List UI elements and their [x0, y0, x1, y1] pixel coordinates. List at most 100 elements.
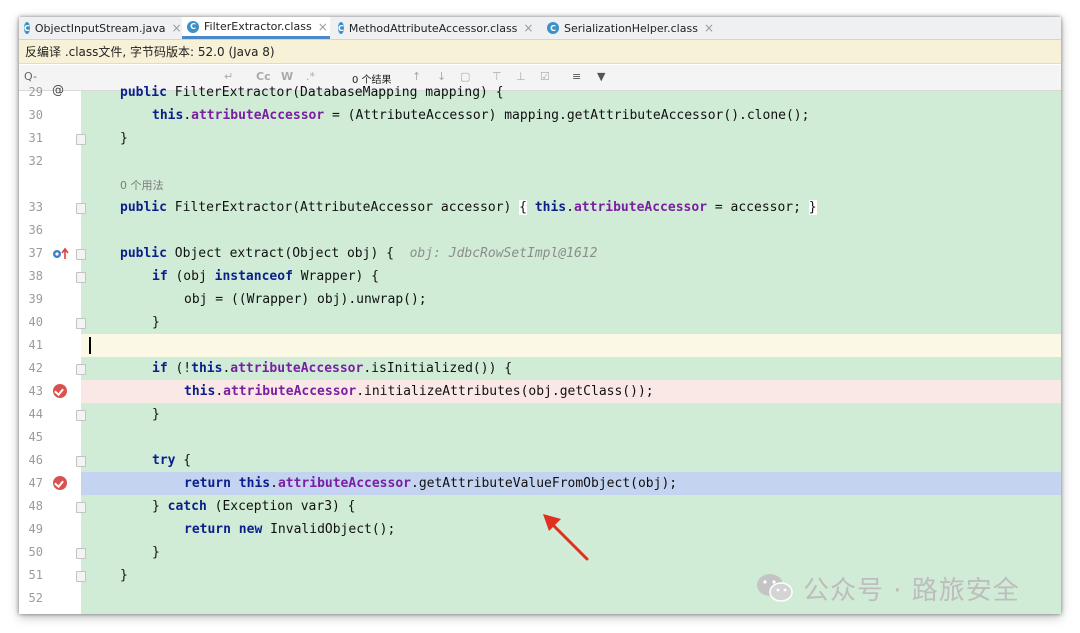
- code-line: 45: [19, 426, 1061, 449]
- line-number: 29: [28, 85, 43, 99]
- field-name: attributeAccessor: [230, 361, 364, 376]
- code-line: 42 if (!this.attributeAccessor.isInitial…: [19, 357, 1061, 380]
- code-text: FilterExtractor(AttributeAccessor access…: [166, 200, 520, 215]
- wechat-logo-icon: [757, 574, 793, 602]
- code-text: (!: [167, 361, 192, 376]
- usage-hint[interactable]: 0 个用法: [120, 177, 164, 193]
- fold-marker[interactable]: [76, 548, 86, 559]
- fold-marker[interactable]: [76, 203, 86, 214]
- breakpoint-icon[interactable]: [53, 384, 67, 398]
- code-line: 33 public FilterExtractor(AttributeAcces…: [19, 196, 1061, 219]
- line-number: 43: [28, 384, 43, 398]
- usage-hint-line: 0 个用法: [19, 173, 1061, 196]
- tab-label: ObjectInputStream.java: [34, 21, 166, 35]
- code-line: 40 }: [19, 311, 1061, 334]
- fold-marker[interactable]: [76, 249, 86, 260]
- keyword: catch: [167, 499, 207, 514]
- editor-tabs: C ObjectInputStream.java × C FilterExtra…: [19, 17, 1061, 40]
- fold-marker[interactable]: [76, 272, 86, 283]
- line-number: 48: [28, 499, 43, 513]
- tab-objectinputstream[interactable]: C ObjectInputStream.java ×: [19, 17, 182, 39]
- line-number: 32: [28, 154, 43, 168]
- tab-filterextractor[interactable]: C FilterExtractor.class ×: [182, 17, 330, 39]
- tab-methodattributeaccessor[interactable]: C MethodAttributeAccessor.class ×: [333, 17, 533, 39]
- line-number: 45: [28, 430, 43, 444]
- fold-marker[interactable]: [76, 318, 86, 329]
- close-icon[interactable]: ×: [318, 20, 328, 34]
- class-file-icon: C: [187, 20, 199, 33]
- line-number: 39: [28, 292, 43, 306]
- code-text: FilterExtractor(DatabaseMapping mapping)…: [166, 85, 504, 100]
- field-name: attributeAccessor: [277, 476, 411, 491]
- keyword: this: [191, 361, 223, 376]
- class-file-icon: C: [24, 22, 30, 34]
- line-number: 40: [28, 315, 43, 329]
- code-text: = accessor;: [707, 200, 801, 215]
- keyword: if: [152, 361, 168, 376]
- close-icon[interactable]: ×: [172, 21, 182, 35]
- code-text: (Exception var3) {: [206, 499, 356, 514]
- code-line: 30 this.attributeAccessor = (AttributeAc…: [19, 104, 1061, 127]
- code-line: 36: [19, 219, 1061, 242]
- code-text: (obj: [167, 269, 215, 284]
- keyword: try: [152, 453, 176, 468]
- tab-serializationhelper[interactable]: C SerializationHelper.class ×: [542, 17, 714, 39]
- breakpoint-icon[interactable]: [53, 476, 67, 490]
- line-number: 38: [28, 269, 43, 283]
- decompiled-banner: 反编译 .class文件, 字节码版本: 52.0 (Java 8): [19, 40, 1061, 64]
- fold-marker[interactable]: [76, 502, 86, 513]
- code-line: 39 obj = ((Wrapper) obj).unwrap();: [19, 288, 1061, 311]
- code-text: .isInitialized()) {: [363, 361, 513, 376]
- class-file-icon: C: [547, 22, 559, 34]
- caret-line-highlight: [81, 334, 1061, 357]
- code-line-current: 41: [19, 334, 1061, 357]
- line-number: 37: [28, 246, 43, 260]
- fold-marker[interactable]: [76, 364, 86, 375]
- line-number: 50: [28, 545, 43, 559]
- fold-marker[interactable]: [76, 456, 86, 467]
- keyword: public: [120, 200, 167, 215]
- code-line-execution: 47 return this.attributeAccessor.getAttr…: [19, 472, 1061, 495]
- line-number: 44: [28, 407, 43, 421]
- code-text: }: [152, 499, 168, 514]
- code-line-breakpoint: 43 this.attributeAccessor.initializeAttr…: [19, 380, 1061, 403]
- fold-marker[interactable]: [76, 134, 86, 145]
- code-text: }: [152, 315, 160, 330]
- code-text: {: [175, 453, 192, 468]
- fold-marker[interactable]: [76, 410, 86, 421]
- tab-label: MethodAttributeAccessor.class: [348, 21, 518, 35]
- keyword: public: [120, 85, 167, 100]
- close-icon[interactable]: ×: [523, 21, 533, 35]
- debug-inline-value: obj: JdbcRowSetImpl@1612: [409, 246, 598, 261]
- line-number: 42: [28, 361, 43, 375]
- code-line: 29 @ public FilterExtractor(DatabaseMapp…: [19, 81, 1061, 104]
- code-text: }: [152, 545, 160, 560]
- keyword: this: [184, 384, 216, 399]
- line-number: 41: [28, 338, 43, 352]
- close-icon[interactable]: ×: [704, 21, 714, 35]
- code-line: 44 }: [19, 403, 1061, 426]
- line-number: 36: [28, 223, 43, 237]
- code-text: Wrapper) {: [292, 269, 379, 284]
- code-line: 31 }: [19, 127, 1061, 150]
- keyword: if: [152, 269, 168, 284]
- line-number: 30: [28, 108, 43, 122]
- code-text: }: [152, 407, 160, 422]
- code-line: 46 try {: [19, 449, 1061, 472]
- fold-marker[interactable]: [76, 571, 86, 582]
- code-text: .getAttributeValueFromObject(obj);: [411, 476, 678, 491]
- at-annotation-icon[interactable]: @: [52, 83, 66, 97]
- keyword: instanceof: [214, 269, 293, 284]
- code-text: InvalidObject();: [262, 522, 396, 537]
- line-number: 52: [28, 591, 43, 605]
- annotation-arrow-icon: [543, 514, 589, 561]
- implements-method-icon[interactable]: [52, 246, 69, 260]
- watermark-text: 公众号 · 路旅安全: [803, 576, 1020, 606]
- line-number: 47: [28, 476, 43, 490]
- code-line: 37 public Object extract(Object obj) { o…: [19, 242, 1061, 265]
- line-number: 51: [28, 568, 43, 582]
- code-text: = (AttributeAccessor) mapping.getAttribu…: [324, 108, 810, 123]
- line-number: 33: [28, 200, 43, 214]
- banner-text: 反编译 .class文件, 字节码版本: 52.0 (Java 8): [25, 45, 275, 59]
- code-text: obj = ((Wrapper) obj).unwrap();: [184, 292, 427, 307]
